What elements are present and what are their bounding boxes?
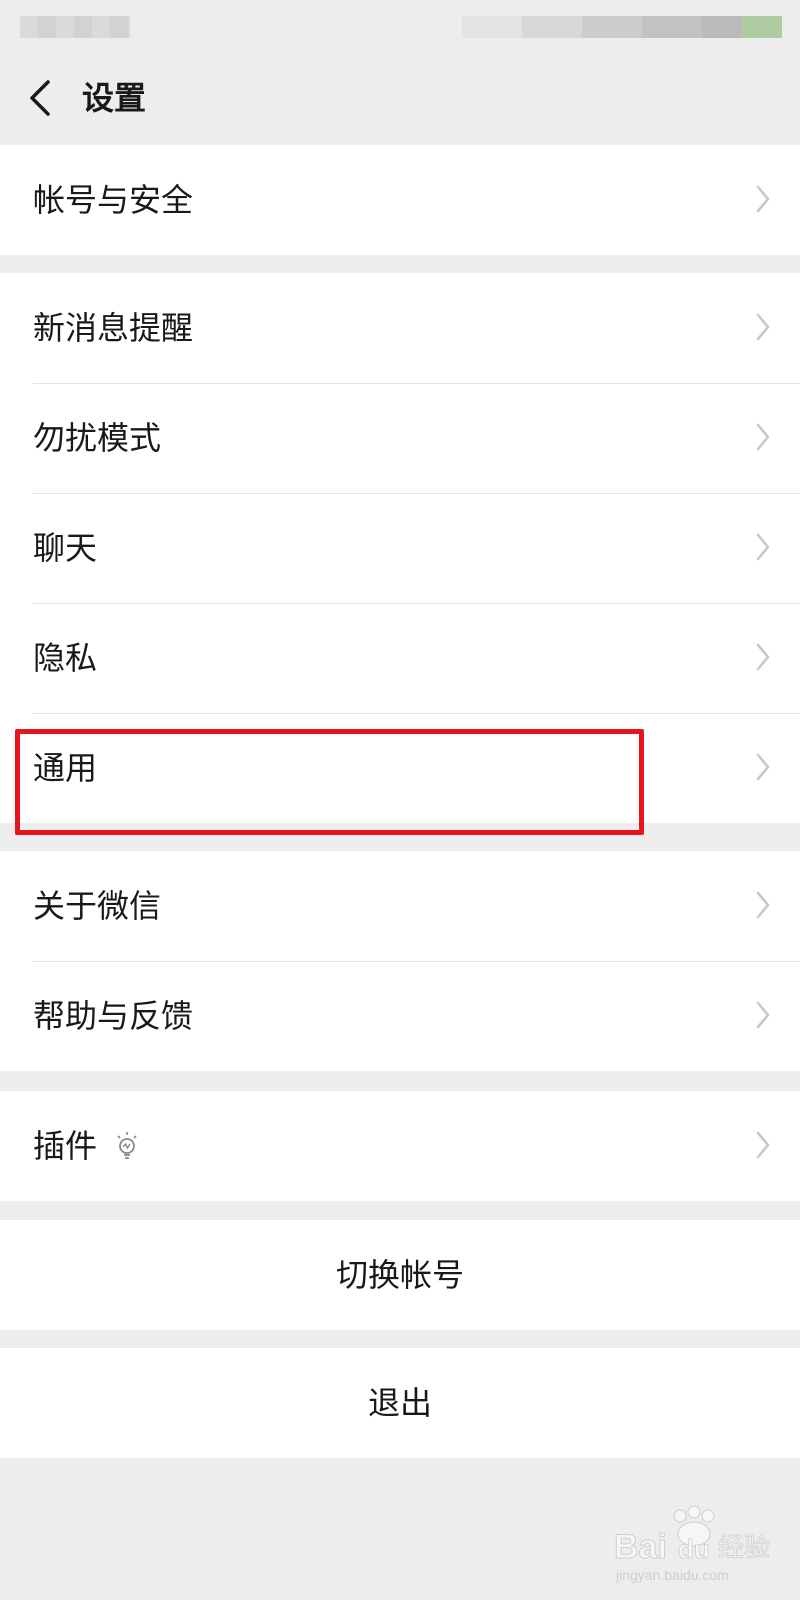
divider <box>33 603 800 604</box>
settings-item-label: 插件 <box>33 1127 98 1165</box>
svg-text:jingyan.baidu.com: jingyan.baidu.com <box>615 1567 729 1583</box>
svg-text:经验: 经验 <box>718 1533 770 1563</box>
back-arrow-icon[interactable] <box>28 76 68 120</box>
settings-item-label: 帮助与反馈 <box>33 997 194 1035</box>
settings-group-account: 帐号与安全 <box>0 145 800 255</box>
chevron-right-icon <box>756 643 770 671</box>
settings-item-chats[interactable]: 聊天 <box>0 493 800 603</box>
lightbulb-icon <box>117 1132 137 1159</box>
svg-text:du: du <box>678 1534 710 1564</box>
settings-item-about-wechat[interactable]: 关于微信 <box>0 851 800 961</box>
settings-item-do-not-disturb[interactable]: 勿扰模式 <box>0 383 800 493</box>
divider <box>33 713 800 714</box>
page-title: 设置 <box>82 79 147 117</box>
settings-item-plugins[interactable]: 插件 <box>0 1091 800 1201</box>
settings-group-about: 关于微信 帮助与反馈 <box>0 851 800 1071</box>
settings-item-label: 新消息提醒 <box>33 309 194 347</box>
settings-item-label: 帐号与安全 <box>33 181 194 219</box>
status-right-blurred <box>462 16 782 38</box>
divider <box>33 493 800 494</box>
settings-group-general: 新消息提醒 勿扰模式 聊天 隐私 通用 <box>0 273 800 823</box>
settings-group-plugins: 插件 <box>0 1091 800 1201</box>
settings-item-general[interactable]: 通用 <box>0 713 800 823</box>
nav-bar: 设置 <box>0 50 800 145</box>
settings-item-label: 关于微信 <box>33 887 162 925</box>
settings-item-label: 聊天 <box>33 529 98 567</box>
chevron-right-icon <box>756 753 770 781</box>
logout-button[interactable]: 退出 <box>0 1348 800 1458</box>
chevron-right-icon <box>756 423 770 451</box>
chevron-right-icon <box>756 533 770 561</box>
svg-text:Bai: Bai <box>614 1528 667 1566</box>
settings-item-privacy[interactable]: 隐私 <box>0 603 800 713</box>
settings-item-label: 隐私 <box>33 639 98 677</box>
status-left-blurred <box>20 16 130 38</box>
settings-item-label: 通用 <box>33 749 98 787</box>
settings-item-new-message-alerts[interactable]: 新消息提醒 <box>0 273 800 383</box>
switch-account-button[interactable]: 切换帐号 <box>0 1220 800 1330</box>
chevron-right-icon <box>756 891 770 919</box>
settings-item-account-security[interactable]: 帐号与安全 <box>0 145 800 255</box>
chevron-right-icon <box>756 1001 770 1029</box>
baidu-watermark-logo: Bai du 经验 jingyan.baidu.com <box>614 1505 770 1583</box>
chevron-right-icon <box>756 313 770 341</box>
chevron-right-icon <box>756 185 770 213</box>
settings-item-label: 勿扰模式 <box>33 419 162 457</box>
status-bar <box>0 0 800 50</box>
chevron-right-icon <box>756 1131 770 1159</box>
settings-item-help-feedback[interactable]: 帮助与反馈 <box>0 961 800 1071</box>
